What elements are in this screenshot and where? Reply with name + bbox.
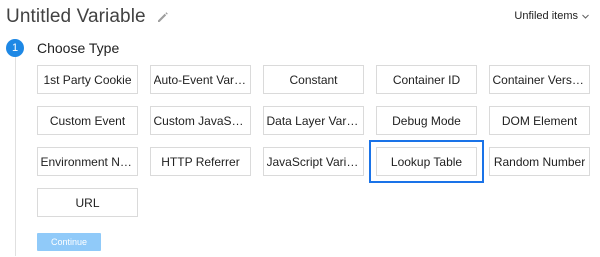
variable-type-tile[interactable]: Container Versio... (489, 65, 590, 94)
chevron-down-icon (581, 12, 590, 21)
variable-type-tile[interactable]: Data Layer Varia... (263, 106, 364, 135)
variable-type-label: 1st Party Cookie (43, 72, 132, 87)
variable-type-tile[interactable]: 1st Party Cookie (37, 65, 138, 94)
variable-type-tile[interactable]: Custom JavaScri... (150, 106, 251, 135)
variable-type-tile[interactable]: Container ID (376, 65, 477, 94)
variable-type-label: HTTP Referrer (161, 154, 240, 169)
step-number-badge: 1 (6, 39, 24, 57)
step-connector-line (15, 56, 16, 256)
variable-type-label: Debug Mode (392, 113, 461, 128)
variable-type-label: Container Versio... (492, 72, 587, 87)
step-title: Choose Type (37, 40, 120, 56)
variable-type-label: Custom JavaScri... (153, 113, 248, 128)
variable-type-tile[interactable]: Constant (263, 65, 364, 94)
variable-type-grid: 1st Party Cookie Auto-Event Varia... Const… (37, 65, 590, 217)
variable-type-tile[interactable]: Lookup Table (369, 140, 484, 183)
variable-type-label: Container ID (392, 72, 461, 87)
variable-type-label: Lookup Table (390, 154, 463, 169)
variable-type-label: URL (75, 195, 100, 210)
variable-type-tile[interactable]: Debug Mode (376, 106, 477, 135)
variable-type-label: JavaScript Varia... (266, 154, 361, 169)
variable-type-tile[interactable]: JavaScript Varia... (263, 147, 364, 176)
variable-type-label: Auto-Event Varia... (153, 72, 248, 87)
variable-type-tile[interactable]: Auto-Event Varia... (150, 65, 251, 94)
variable-type-label: Constant (289, 72, 338, 87)
variable-type-label: Custom Event (49, 113, 126, 128)
variable-type-label: Data Layer Varia... (266, 113, 361, 128)
pencil-icon[interactable] (156, 10, 170, 24)
unfiled-items-label: Unfiled items (514, 10, 578, 22)
title-row: Untitled Variable (6, 2, 170, 32)
variable-type-tile[interactable]: HTTP Referrer (150, 147, 251, 176)
variable-type-tile[interactable]: URL (37, 188, 138, 217)
variable-type-label: Environment Na... (40, 154, 135, 169)
variable-type-tile[interactable]: Environment Na... (37, 147, 138, 176)
variable-type-label: Random Number (493, 154, 586, 169)
variable-type-tile[interactable]: Custom Event (37, 106, 138, 135)
variable-type-tile[interactable]: Random Number (489, 147, 590, 176)
continue-button[interactable]: Continue (37, 233, 101, 251)
variable-type-tile[interactable]: DOM Element (489, 106, 590, 135)
unfiled-items-dropdown[interactable]: Unfiled items (514, 10, 590, 22)
variable-type-label: DOM Element (501, 113, 578, 128)
page-title: Untitled Variable (6, 6, 146, 27)
